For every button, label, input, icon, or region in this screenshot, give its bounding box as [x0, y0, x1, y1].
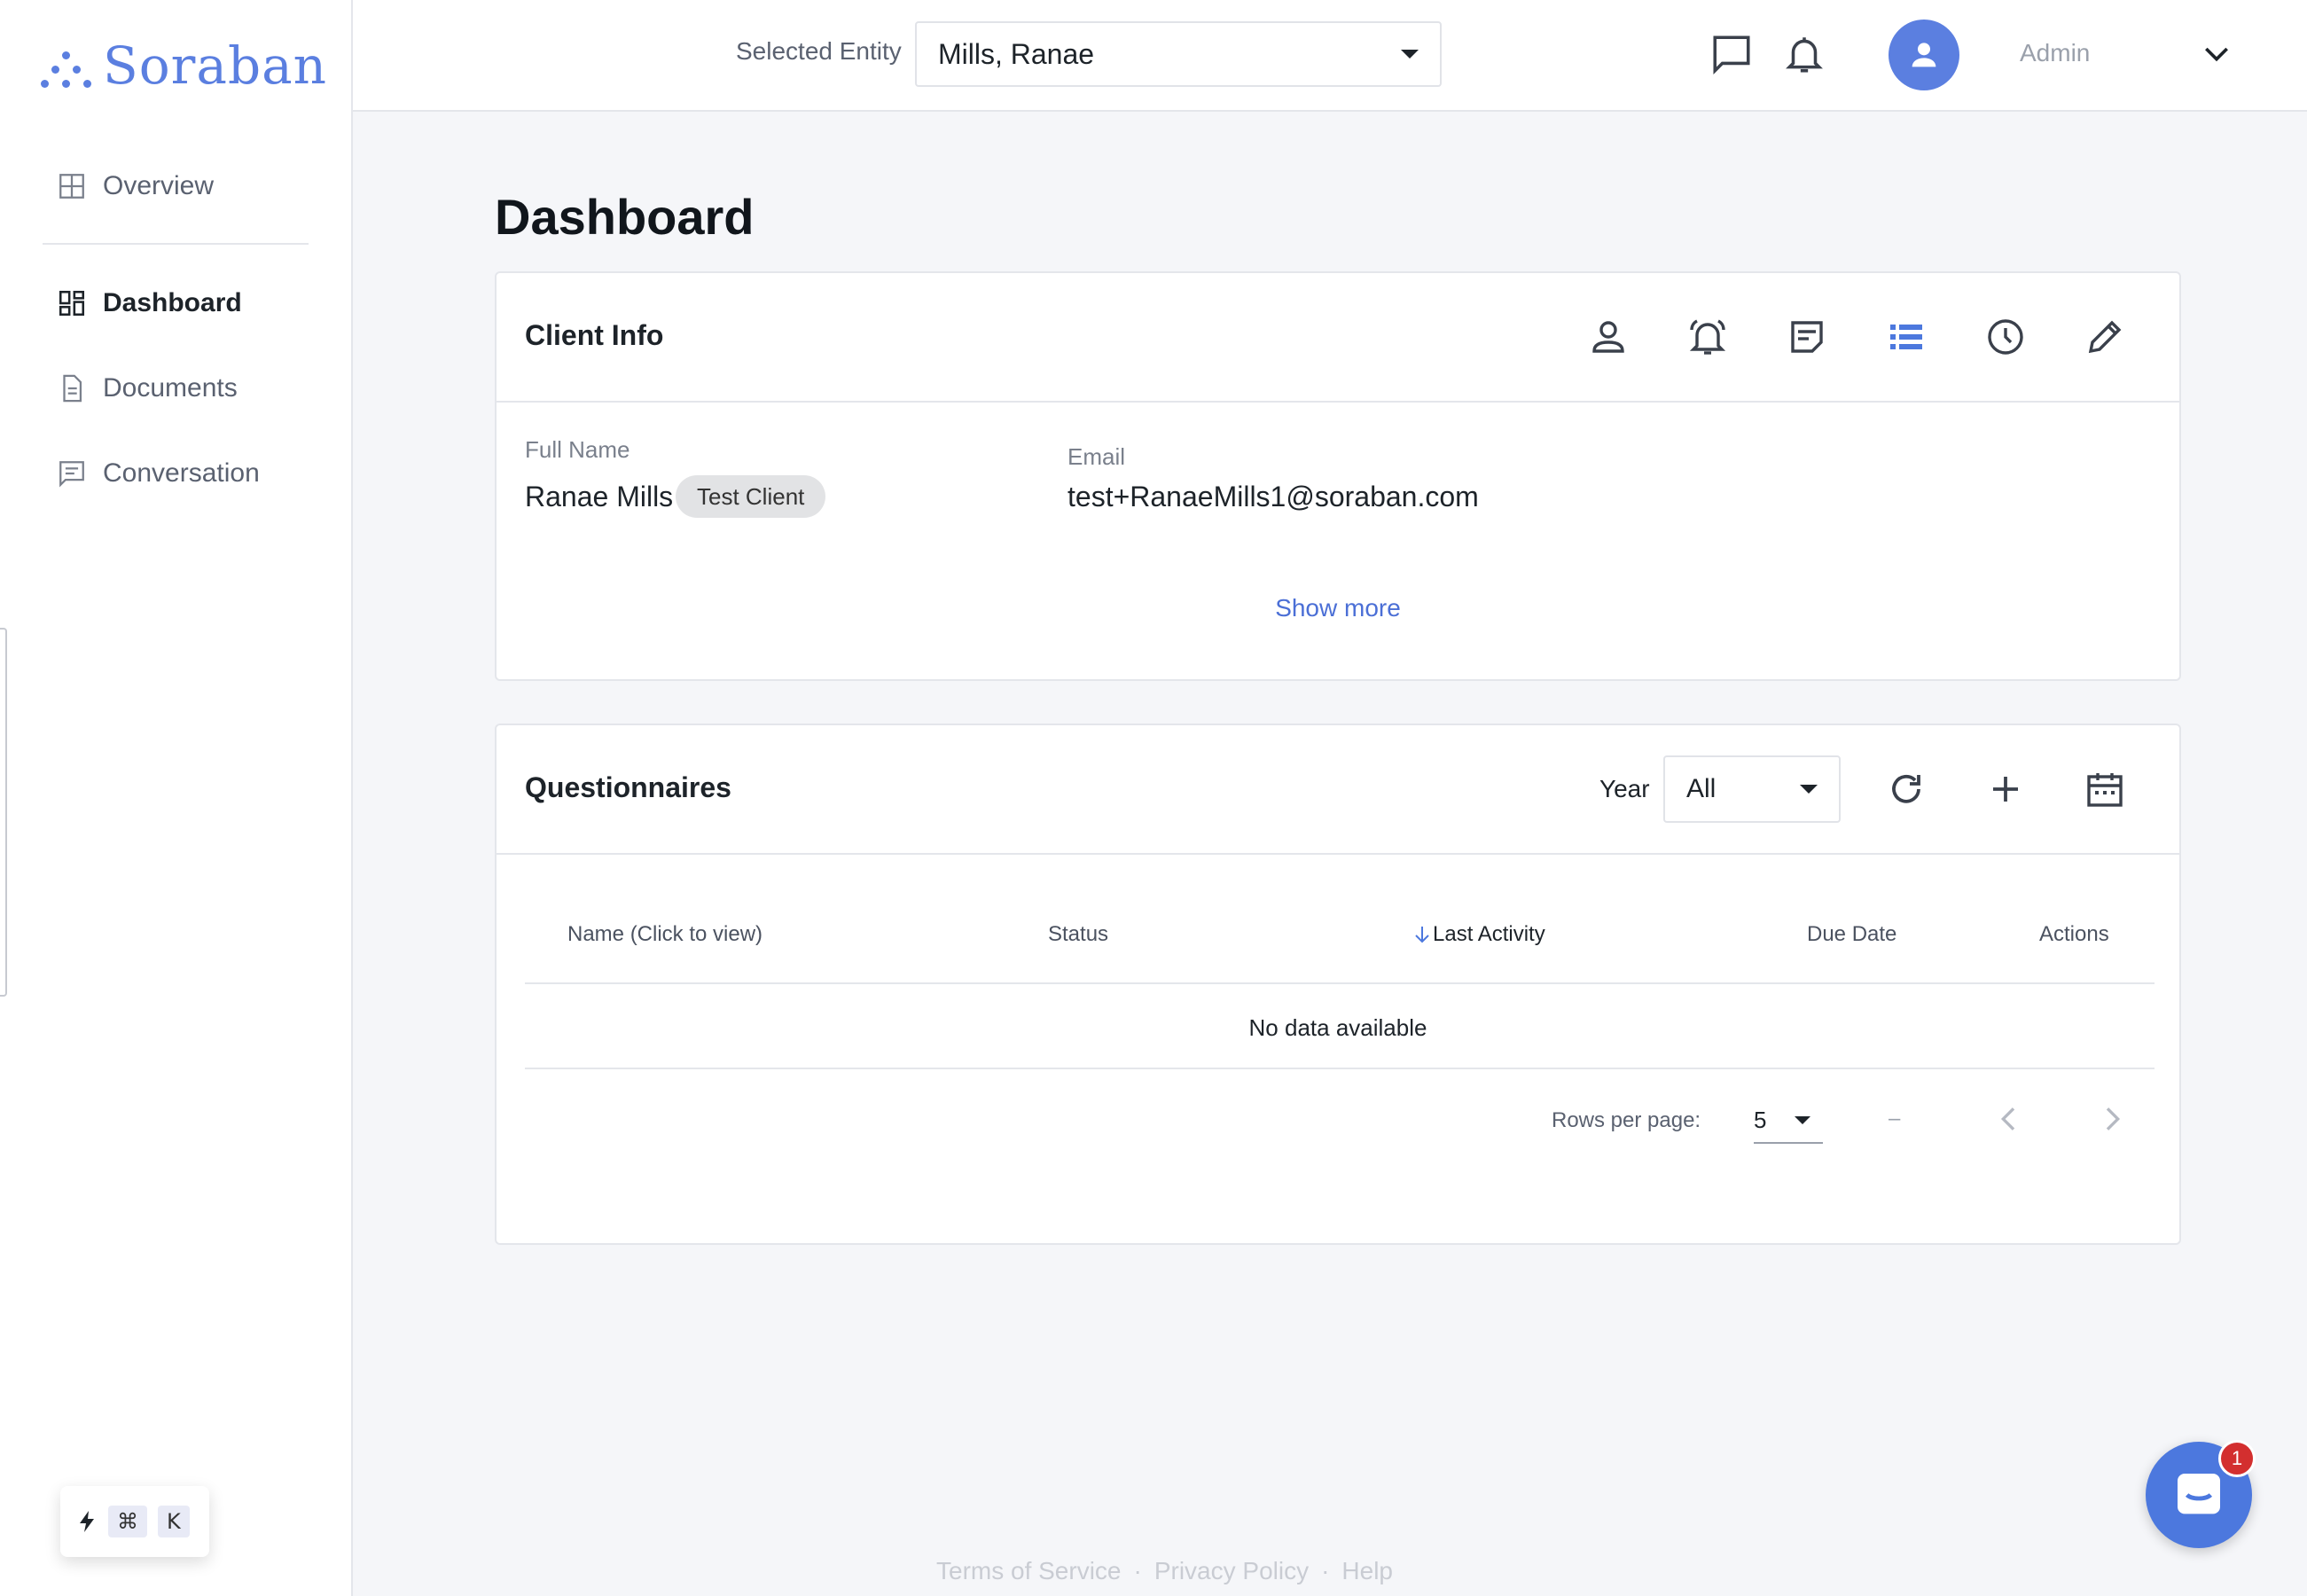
user-role-label: Admin [2020, 39, 2091, 66]
plus-icon[interactable] [1984, 768, 2027, 810]
command-palette-shortcut[interactable]: ⌘ K [60, 1486, 209, 1557]
year-value: All [1686, 774, 1717, 803]
year-label: Year [1599, 775, 1650, 802]
dashboard-icon [59, 290, 85, 317]
top-bar: Selected Entity Mills, Ranae Admin [353, 0, 2307, 112]
card-title: Client Info [525, 319, 664, 351]
logo[interactable]: Soraban [41, 34, 327, 98]
full-name-label: Full Name [525, 436, 630, 463]
column-header-due-date[interactable]: Due Date [1807, 922, 1896, 947]
entity-select[interactable]: Mills, Ranae [915, 21, 1442, 87]
card-header: Questionnaires Year All [497, 725, 2179, 855]
lightning-icon [80, 1511, 94, 1532]
grid-icon [59, 174, 84, 199]
sidebar-item-overview[interactable]: Overview [57, 160, 214, 213]
full-name-value: Ranae Mills [525, 481, 674, 512]
document-icon [63, 374, 82, 403]
refresh-icon[interactable] [1885, 768, 1928, 810]
pagination-range: – [1889, 1107, 1901, 1130]
side-drawer-handle[interactable] [0, 628, 7, 997]
alarm-bell-icon[interactable] [1686, 316, 1729, 358]
card-title: Questionnaires [525, 771, 731, 803]
sidebar-item-conversation[interactable]: Conversation [57, 447, 260, 500]
email-label: Email [1067, 443, 1126, 470]
chevron-down-icon[interactable] [2199, 35, 2234, 71]
chevron-left-icon[interactable] [1991, 1101, 2027, 1137]
sidebar-divider [43, 243, 309, 245]
email-value: test+RanaeMills1@soraban.com [1067, 481, 1479, 512]
sidebar-item-documents[interactable]: Documents [57, 362, 238, 415]
table-footer-divider [525, 1068, 2155, 1069]
edit-pencil-icon[interactable] [2084, 316, 2126, 358]
footer-separator: · [1133, 1557, 1142, 1584]
bell-icon[interactable] [1782, 32, 1826, 76]
sidebar: Soraban Overview Dashboard Documents Con… [0, 0, 353, 1596]
footer-link-terms[interactable]: Terms of Service [936, 1557, 1122, 1584]
sidebar-item-label: Overview [103, 171, 215, 200]
avatar[interactable] [1889, 20, 1959, 90]
year-select[interactable]: All [1663, 755, 1841, 823]
chevron-right-icon[interactable] [2094, 1101, 2130, 1137]
footer-link-privacy[interactable]: Privacy Policy [1154, 1557, 1309, 1584]
table-header-divider [525, 982, 2155, 984]
footer-separator: · [1321, 1557, 1330, 1584]
empty-state-text: No data available [1248, 1014, 1427, 1041]
k-key: K [158, 1506, 190, 1537]
arrow-down-icon [1415, 927, 1429, 943]
chat-bubble-icon [2178, 1474, 2220, 1514]
clock-icon[interactable] [1984, 316, 2027, 358]
show-more-link[interactable]: Show more [497, 594, 2179, 622]
questionnaires-card: Questionnaires Year All Name (Click to v… [495, 724, 2181, 1245]
client-info-card: Client Info Full Name Ranae Mills Test C… [495, 271, 2181, 681]
sidebar-item-label: Documents [103, 373, 238, 403]
cmd-key: ⌘ [108, 1506, 147, 1537]
notification-badge: 1 [2218, 1440, 2256, 1477]
column-header-actions: Actions [2039, 922, 2109, 946]
footer: Terms of Service · Privacy Policy · Help [936, 1557, 1393, 1585]
sidebar-item-dashboard[interactable]: Dashboard [57, 277, 242, 330]
user-icon [1912, 43, 1936, 67]
logo-dots-icon [41, 41, 92, 90]
message-icon[interactable] [1709, 32, 1754, 76]
footer-link-help[interactable]: Help [1341, 1557, 1393, 1584]
caret-down-icon [1795, 1115, 1810, 1124]
chat-icon [59, 461, 84, 488]
column-header-label: Last Activity [1433, 922, 1545, 946]
person-icon[interactable] [1587, 316, 1630, 358]
rows-per-page-select[interactable]: 5 [1754, 1098, 1823, 1144]
entity-value: Mills, Ranae [938, 37, 1095, 70]
entity-label: Selected Entity [736, 37, 902, 65]
column-header-last-activity[interactable]: Last Activity [1412, 922, 1545, 947]
test-client-badge: Test Client [676, 475, 826, 518]
caret-down-icon [1800, 785, 1818, 794]
rows-per-page-value: 5 [1754, 1106, 1767, 1133]
column-header-status[interactable]: Status [1048, 922, 1108, 947]
caret-down-icon [1401, 50, 1419, 59]
list-icon[interactable] [1885, 316, 1928, 358]
brand-name: Soraban [103, 35, 328, 96]
card-header: Client Info [497, 273, 2179, 403]
sidebar-item-label: Conversation [103, 458, 260, 488]
page-title: Dashboard [495, 189, 755, 245]
calendar-icon[interactable] [2084, 768, 2126, 810]
sidebar-item-label: Dashboard [103, 288, 242, 317]
note-icon[interactable] [1786, 316, 1828, 358]
column-header-name[interactable]: Name (Click to view) [567, 922, 762, 947]
rows-per-page-label: Rows per page: [1552, 1108, 1701, 1132]
